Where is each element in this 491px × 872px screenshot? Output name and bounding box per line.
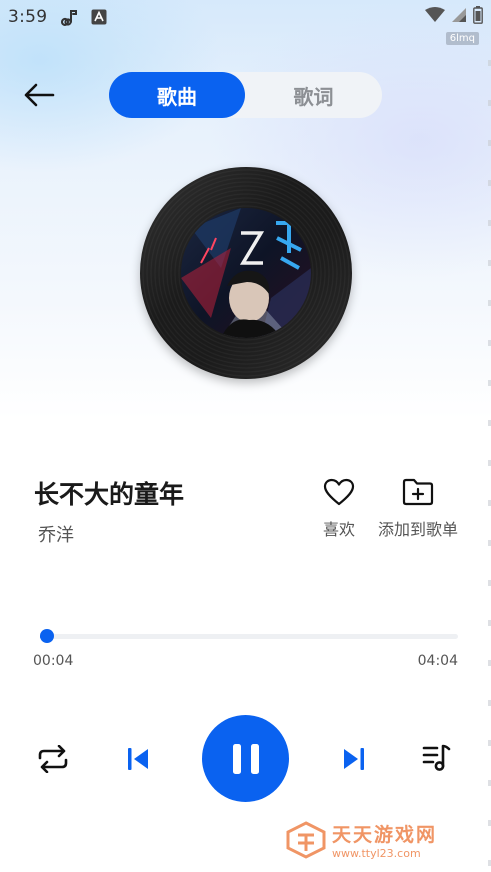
progress-bar[interactable] <box>40 634 458 639</box>
pause-icon <box>232 743 259 774</box>
signal-icon <box>451 7 467 28</box>
folder-add-icon <box>402 478 434 506</box>
status-right-icons <box>425 6 483 29</box>
add-to-playlist-label: 添加到歌单 <box>377 520 458 539</box>
watermark-logo <box>286 821 326 859</box>
back-button[interactable] <box>22 80 56 110</box>
playlist-icon <box>422 744 451 771</box>
like-label: 喜欢 <box>322 520 355 539</box>
progress-knob[interactable] <box>39 629 54 643</box>
current-time: 00:04 <box>33 653 74 669</box>
status-bar: 3:59 <box>0 0 491 34</box>
vinyl-disc <box>140 167 352 379</box>
next-button[interactable] <box>338 744 370 774</box>
album-cover <box>181 208 311 338</box>
wifi-icon <box>425 7 445 28</box>
heart-icon <box>323 478 355 506</box>
like-button[interactable]: 喜欢 <box>316 478 362 540</box>
song-title: 长不大的童年 <box>34 480 185 509</box>
tab-switcher: 歌曲 歌词 <box>109 72 382 118</box>
skip-previous-icon <box>128 748 148 770</box>
watermark-url: www.ttyl23.com <box>332 847 421 860</box>
playlist-button[interactable] <box>420 742 454 774</box>
vinyl-record <box>140 167 352 379</box>
watermark-name: 天天游戏网 <box>332 824 438 846</box>
watermark: 天天游戏网 www.ttyl23.com <box>286 820 437 860</box>
repeat-button[interactable] <box>34 743 72 775</box>
previous-button[interactable] <box>122 744 154 774</box>
tab-songs[interactable]: 歌曲 <box>109 72 245 118</box>
font-a-icon <box>91 9 107 25</box>
total-time: 04:04 <box>417 653 458 669</box>
arrow-left-icon <box>24 83 55 107</box>
network-badge: 6lmq <box>445 32 479 45</box>
album-cover-image <box>181 208 311 338</box>
pause-button[interactable] <box>202 715 289 802</box>
skip-next-icon <box>344 748 364 770</box>
song-artist[interactable]: 乔洋 <box>38 521 74 547</box>
add-to-playlist-button[interactable]: 添加到歌单 <box>374 478 462 540</box>
battery-icon <box>473 6 483 29</box>
repeat-icon <box>38 745 68 773</box>
tab-lyrics[interactable]: 歌词 <box>245 72 382 118</box>
music-note-icon <box>61 8 79 26</box>
status-time: 3:59 <box>8 7 48 27</box>
